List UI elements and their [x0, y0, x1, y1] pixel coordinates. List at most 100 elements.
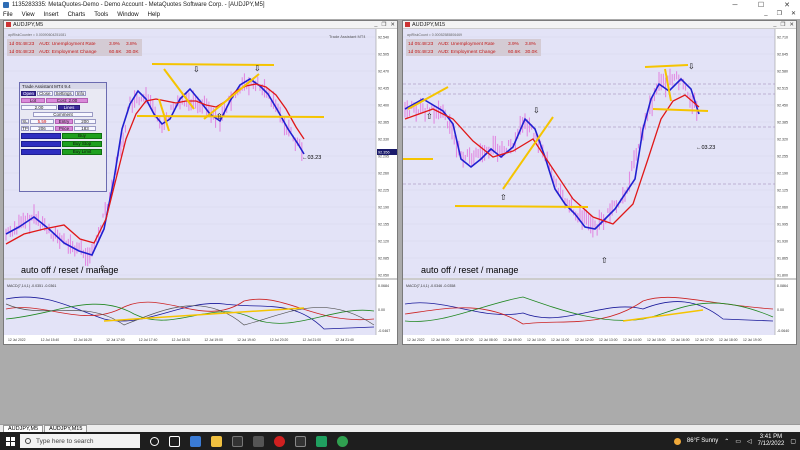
- price-tick-label: 92.085: [378, 257, 389, 261]
- mail-icon[interactable]: [253, 435, 264, 447]
- file-explorer-icon[interactable]: [211, 435, 222, 447]
- menu-charts[interactable]: Charts: [68, 12, 86, 18]
- notifications-icon[interactable]: ▢: [790, 438, 796, 445]
- price-chart-m15[interactable]: apiRiskCount = 0.00052585806469 1d 05:48…: [403, 29, 796, 344]
- tab-settings[interactable]: Settings: [53, 90, 74, 96]
- close-button[interactable]: ✕: [774, 0, 800, 10]
- buy-stop-button[interactable]: Buy Stop: [62, 140, 102, 147]
- sl-field[interactable]: 5.59: [30, 118, 54, 124]
- weather-text[interactable]: 86°F Sunny: [687, 438, 718, 444]
- price-tick-label: 92.225: [378, 189, 389, 193]
- cost-display: Cost: 2.00: [46, 97, 88, 103]
- news-event-1: AUD: Unemployment Rate: [438, 41, 495, 47]
- risk-field[interactable]: 2.00: [21, 104, 57, 110]
- menu-tools[interactable]: Tools: [94, 12, 108, 18]
- watermark-label: Trade Assistant MT4: [329, 34, 366, 39]
- chart-restore-button[interactable]: ❐: [381, 22, 386, 28]
- time-tick-label: 12 Jul 08:00: [479, 338, 498, 342]
- price-tick-label: 92.320: [777, 138, 788, 142]
- news-forecast-1: 3.8%: [525, 41, 537, 47]
- price-tick-label: 92.120: [378, 240, 389, 244]
- mdi-close-button[interactable]: ✕: [791, 10, 796, 17]
- lines-button[interactable]: Lines: [58, 104, 80, 110]
- auto-manage-label[interactable]: auto off / reset / manage: [421, 265, 518, 275]
- auto-manage-label[interactable]: auto off / reset / manage: [21, 265, 118, 275]
- news-event-1: AUD: Unemployment Rate: [39, 41, 96, 47]
- search-placeholder: Type here to search: [36, 437, 94, 445]
- menu-view[interactable]: View: [22, 12, 35, 18]
- macd-axis: 0.0684 0.00 -0.0467: [378, 284, 390, 333]
- minimize-button[interactable]: ─: [722, 0, 748, 10]
- time-tick-label: 12 Jul 07:00: [455, 338, 474, 342]
- up-arrow-icon: ⇧: [500, 193, 507, 202]
- sell-button[interactable]: [21, 132, 61, 139]
- price-tick-label: 92.295: [378, 155, 389, 159]
- opera-icon[interactable]: [274, 435, 285, 447]
- window-title: 1135283335: MetaQuotes-Demo - Demo Accou…: [12, 2, 265, 8]
- tab-audjpy-m5[interactable]: AUDJPY,M5: [3, 425, 44, 432]
- sell-limit-button[interactable]: [21, 148, 61, 155]
- entry-field[interactable]: 200: [74, 118, 96, 124]
- tab-info[interactable]: Info: [74, 90, 87, 96]
- time-tick-label: 12 Jul 21:40: [335, 338, 354, 342]
- price-tick-label: 91.865: [777, 257, 788, 261]
- menu-help[interactable]: Help: [148, 12, 160, 18]
- edge-icon[interactable]: [190, 435, 201, 447]
- tray-chevron-icon[interactable]: ⌃: [724, 438, 729, 445]
- news-time-1: 1d 05:48:23: [9, 41, 35, 47]
- chart-minimize-button[interactable]: _: [773, 22, 776, 28]
- chart-title: AUDJPY,M5: [13, 21, 44, 28]
- price-tick-label: 92.710: [777, 36, 788, 40]
- maximize-button[interactable]: ☐: [748, 0, 774, 10]
- volume-icon[interactable]: ◁: [747, 438, 752, 445]
- store-icon[interactable]: [232, 435, 243, 447]
- start-button[interactable]: [0, 432, 20, 450]
- tab-open[interactable]: Open: [21, 90, 37, 96]
- mdi-restore-button[interactable]: ❐: [777, 10, 782, 17]
- menu-insert[interactable]: Insert: [44, 12, 59, 18]
- macd-tick-label: 0.0684: [378, 284, 389, 288]
- metatrader-icon[interactable]: [337, 435, 348, 447]
- price-tick-label: 92.255: [777, 155, 788, 159]
- network-icon[interactable]: ▭: [735, 438, 741, 445]
- chart-close-button[interactable]: ✕: [390, 22, 395, 28]
- photos-icon[interactable]: [316, 435, 327, 447]
- tab-audjpy-m15[interactable]: AUDJPY,M15: [44, 425, 88, 432]
- task-view-icon[interactable]: [169, 435, 180, 447]
- windows-logo-icon: [5, 436, 15, 446]
- app-icon[interactable]: [295, 435, 306, 447]
- tab-close[interactable]: Close: [37, 90, 53, 96]
- chart-window-m15[interactable]: AUDJPY,M15 _ ❐ ✕ apiRiskCount = 0.000525…: [402, 20, 797, 345]
- taskbar-search[interactable]: Type here to search: [20, 434, 140, 448]
- current-price-label: 92.356: [378, 151, 390, 155]
- buy-button[interactable]: Buy: [62, 132, 102, 139]
- search-icon: [25, 438, 31, 444]
- price-tick-label: 92.330: [378, 138, 389, 142]
- taskbar: Type here to search 86°F Sunny ⌃ ▭ ◁ 3:4…: [0, 432, 800, 450]
- chart-restore-button[interactable]: ❐: [780, 22, 785, 28]
- cortana-icon[interactable]: [150, 436, 159, 446]
- trade-panel-title: Trade Assistant MT4 9.4: [20, 83, 106, 89]
- news-actual-1: 3.9%: [508, 41, 520, 47]
- mdi-minimize-button[interactable]: _: [764, 10, 767, 17]
- price-tick-label: 91.800: [777, 274, 788, 278]
- price-tick-label: 92.155: [378, 223, 389, 227]
- news-time-1: 1d 05:48:23: [408, 41, 434, 47]
- lot-label[interactable]: Lot: [21, 97, 45, 103]
- price-tick-label: 92.580: [777, 70, 788, 74]
- price-tick-label: 92.125: [777, 189, 788, 193]
- time-tick-label: 12 Jul 10:00: [527, 338, 546, 342]
- chart-close-button[interactable]: ✕: [789, 22, 794, 28]
- macd-tick-label: -0.0640: [777, 329, 789, 333]
- price-field[interactable]: 183: [74, 125, 96, 131]
- time-tick-label: 12 Jul 09:00: [503, 338, 522, 342]
- menu-file[interactable]: File: [3, 12, 13, 18]
- sell-stop-button[interactable]: [21, 140, 61, 147]
- chart-minimize-button[interactable]: _: [374, 22, 377, 28]
- price-tick-label: 92.515: [777, 87, 788, 91]
- time-tick-label: 12 Jul 11:00: [551, 338, 569, 342]
- menu-window[interactable]: Window: [117, 12, 138, 18]
- buy-limit-button[interactable]: Buy Limit: [62, 148, 102, 155]
- clock[interactable]: 3:41 PM 7/12/2022: [758, 434, 785, 448]
- tp-field[interactable]: 206: [30, 125, 54, 131]
